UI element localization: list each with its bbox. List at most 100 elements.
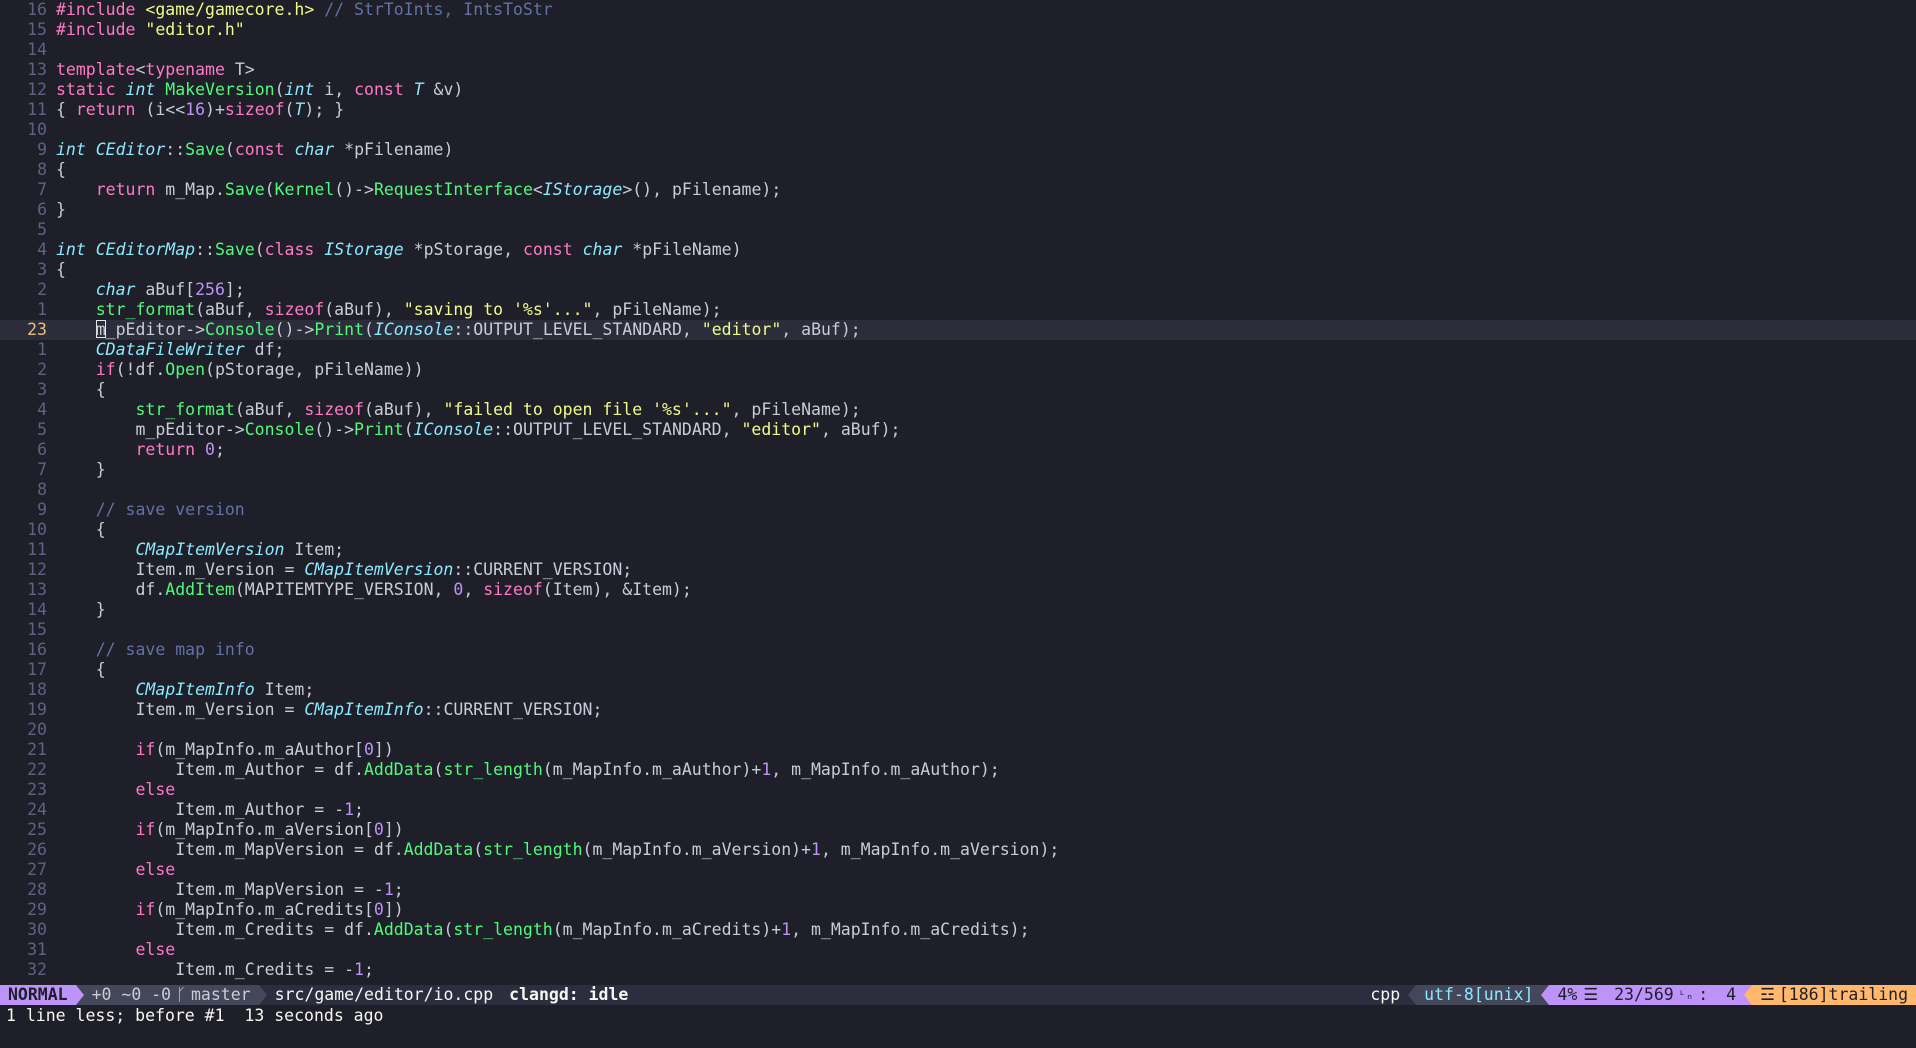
line-number: 6 [37,440,47,459]
code-line[interactable]: 11 { return (i<<16)+sizeof(T); } [0,100,1916,120]
code-line[interactable]: 7 } [0,460,1916,480]
warning-text: [186]trailing [1778,985,1908,1004]
line-number: 9 [37,500,47,519]
code-line[interactable]: 29 if(m_MapInfo.m_aCredits[0]) [0,900,1916,920]
code-line[interactable]: 3{ [0,260,1916,280]
code-line[interactable]: 2 char aBuf[256]; [0,280,1916,300]
code-token: , pFileName); [731,400,861,419]
code-line[interactable]: 19 Item.m_Version = CMapItemInfo::CURREN… [0,700,1916,720]
code-line[interactable]: 16 #include <game/gamecore.h> // StrToInt… [0,0,1916,20]
code-line[interactable]: 16 // save map info [0,640,1916,660]
code-line[interactable]: 13 template<typename T> [0,60,1916,80]
code-text: return 0; [56,440,224,459]
trailing-whitespace-warning: ☲ [186]trailing [1752,985,1916,1005]
cursor-position: 23/569 ᴸₙ : 4 [1606,985,1745,1005]
code-line[interactable]: 25 if(m_MapInfo.m_aVersion[0]) [0,820,1916,840]
code-line[interactable]: 3 { [0,380,1916,400]
code-line[interactable]: 6} [0,200,1916,220]
code-line[interactable]: 8 [0,480,1916,500]
code-line[interactable]: 28 Item.m_MapVersion = -1; [0,880,1916,900]
code-line[interactable]: 2 if(!df.Open(pStorage, pFileName)) [0,360,1916,380]
code-text: df.AddItem(MAPITEMTYPE_VERSION, 0, sizeo… [56,580,691,599]
code-token: &v) [423,80,464,99]
code-token: < [135,60,146,79]
code-text: // save map info [56,640,255,659]
code-text: char aBuf[256]; [56,280,245,299]
code-text: else [56,860,175,879]
line-number: 13 [27,580,47,599]
code-line[interactable]: 9 // save version [0,500,1916,520]
code-token: m_pEditor-> [56,420,245,439]
code-line[interactable]: 9 int CEditor::Save(const char *pFilename… [0,140,1916,160]
code-line[interactable]: 15 #include "editor.h" [0,20,1916,40]
code-token: Item.m_Credits = df. [56,920,374,939]
code-line[interactable]: 4 int CEditorMap::Save(class IStorage *pS… [0,240,1916,260]
code-token: if [56,360,116,379]
code-token: 1 [761,760,772,779]
code-line[interactable]: 1 CDataFileWriter df; [0,340,1916,360]
code-token: const [354,80,414,99]
code-token: Item.m_Author = - [56,800,345,819]
code-token: ; [354,800,364,819]
code-line[interactable]: 20 [0,720,1916,740]
code-line[interactable]: 14 } [0,600,1916,620]
code-token: >(), pFilename); [622,180,782,199]
code-token: 1 [354,960,364,979]
code-token: RequestInterface [373,180,533,199]
code-line[interactable]: 27 else [0,860,1916,880]
separator-arrow-icon [1541,985,1550,1005]
code-token: ::CURRENT_VERSION; [423,700,603,719]
code-token: ( [443,920,454,939]
code-text: { [56,160,66,179]
code-line[interactable]: 1 str_format(aBuf, sizeof(aBuf), "saving… [0,300,1916,320]
code-text: #include "editor.h" [56,20,245,39]
code-token: CEditorMap [95,240,196,259]
code-line[interactable]: 21 if(m_MapInfo.m_aAuthor[0]) [0,740,1916,760]
code-token: sizeof [304,400,364,419]
code-line[interactable]: 24 Item.m_Author = -1; [0,800,1916,820]
code-text: return m_Map.Save(Kernel()->RequestInter… [56,180,782,199]
code-editor[interactable]: 16 #include <game/gamecore.h> // StrToInt… [0,0,1916,985]
code-line[interactable]: 12 Item.m_Version = CMapItemVersion::CUR… [0,560,1916,580]
code-line[interactable]: 32 Item.m_Credits = -1; [0,960,1916,980]
code-text: else [56,940,175,959]
code-token: "editor" [741,420,821,439]
code-line[interactable]: 8{ [0,160,1916,180]
code-line[interactable]: 7 return m_Map.Save(Kernel()->RequestInt… [0,180,1916,200]
code-token: ()-> [314,420,355,439]
code-line[interactable]: 30 Item.m_Credits = df.AddData(str_lengt… [0,920,1916,940]
code-line[interactable]: 15 [0,620,1916,640]
code-line[interactable]: 14 [0,40,1916,60]
code-line[interactable]: 4 str_format(aBuf, sizeof(aBuf), "failed… [0,400,1916,420]
code-line[interactable]: 23 else [0,780,1916,800]
code-line[interactable]: 26 Item.m_MapVersion = df.AddData(str_le… [0,840,1916,860]
command-line[interactable]: 1 line less; before #1 13 seconds ago [0,1006,1916,1026]
code-token: return [75,100,136,119]
code-token: int [284,80,315,99]
code-line[interactable]: 5 m_pEditor->Console()->Print(IConsole::… [0,420,1916,440]
code-line[interactable]: 5 [0,220,1916,240]
code-token: int [125,80,166,99]
code-token: )+ [205,100,225,119]
current-code-line[interactable]: 23 m_pEditor->Console()->Print(IConsole:… [0,320,1916,340]
code-line[interactable]: 18 CMapItemInfo Item; [0,680,1916,700]
code-token: Item; [284,540,345,559]
code-token: 256 [195,280,225,299]
code-token: 0 [363,740,374,759]
code-line[interactable]: 10 [0,120,1916,140]
line-number: 4 [37,400,47,419]
code-token: ::OUTPUT_LEVEL_STANDARD, [453,320,702,339]
code-line[interactable]: 31 else [0,940,1916,960]
code-token: (aBuf, [234,400,305,419]
code-line[interactable]: 11 CMapItemVersion Item; [0,540,1916,560]
code-line[interactable]: 10 { [0,520,1916,540]
code-token: char [56,280,136,299]
code-line[interactable]: 17 { [0,660,1916,680]
code-token: Print [314,320,364,339]
line-number: 19 [27,700,47,719]
code-line[interactable]: 13 df.AddItem(MAPITEMTYPE_VERSION, 0, si… [0,580,1916,600]
code-line[interactable]: 6 return 0; [0,440,1916,460]
code-token: else [56,940,176,959]
code-line[interactable]: 12 static int MakeVersion(int i, const T … [0,80,1916,100]
code-line[interactable]: 22 Item.m_Author = df.AddData(str_length… [0,760,1916,780]
